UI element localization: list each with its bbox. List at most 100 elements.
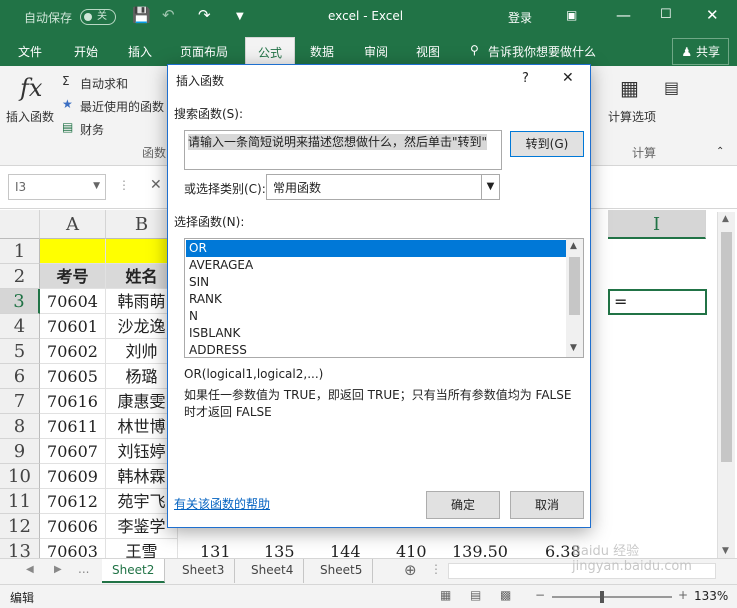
login-link[interactable]: 登录 [508, 9, 532, 26]
tab-data[interactable]: 数据 [310, 43, 334, 60]
fx-icon[interactable]: fx [20, 74, 42, 102]
tab-file[interactable]: 文件 [18, 43, 42, 60]
sheet-tab-sheet5[interactable]: Sheet5 [310, 559, 374, 583]
maximize-icon[interactable]: ☐ [660, 7, 672, 22]
cell-a[interactable] [40, 239, 106, 264]
page-layout-view-icon[interactable]: ▤ [470, 588, 481, 602]
sheet-tab-sheet3[interactable]: Sheet3 [172, 559, 236, 583]
tab-review[interactable]: 审阅 [364, 43, 388, 60]
chevron-down-icon[interactable]: ▼ [481, 175, 499, 199]
sheet-splitter-icon[interactable]: ⋮ [430, 562, 442, 576]
next-sheet-icon[interactable]: ▶ [54, 564, 62, 575]
zoom-in-icon[interactable]: + [678, 588, 688, 602]
active-cell[interactable]: = [608, 289, 707, 315]
zoom-level[interactable]: 133% [694, 589, 728, 603]
recent-functions-button[interactable]: 最近使用的函数 [80, 98, 164, 115]
name-box[interactable]: I3 ▼ [8, 174, 106, 200]
go-button[interactable]: 转到(G) [510, 131, 584, 157]
row-header[interactable]: 11 [0, 489, 40, 514]
row-header[interactable]: 3 [0, 289, 40, 314]
help-icon[interactable]: ? [522, 71, 529, 86]
list-item[interactable]: OR [186, 240, 567, 257]
list-item[interactable]: ADDRESS [186, 342, 567, 357]
tab-view[interactable]: 视图 [416, 43, 440, 60]
cell-a[interactable]: 70606 [40, 514, 106, 539]
add-sheet-icon[interactable]: ⊕ [404, 561, 417, 579]
list-scroll-thumb[interactable] [569, 257, 580, 315]
zoom-out-icon[interactable]: − [535, 588, 545, 602]
cell-a[interactable]: 70601 [40, 314, 106, 339]
more-sheets-icon[interactable]: ... [78, 562, 89, 576]
cell-b[interactable]: 王雪 [106, 539, 178, 558]
chevron-down-icon[interactable]: ▼ [93, 181, 100, 191]
insert-function-button[interactable]: 插入函数 [6, 108, 54, 125]
scroll-thumb[interactable] [721, 232, 732, 462]
prev-sheet-icon[interactable]: ◀ [26, 564, 34, 575]
help-link[interactable]: 有关该函数的帮助 [174, 495, 270, 512]
cell-a[interactable]: 70602 [40, 339, 106, 364]
ribbon-display-icon[interactable]: ▣ [566, 8, 577, 22]
save-icon[interactable]: 💾 [132, 6, 151, 24]
row-header[interactable]: 13 [0, 539, 40, 558]
row-header[interactable]: 4 [0, 314, 40, 339]
column-header-i[interactable]: I [608, 210, 706, 239]
sheet-tab-sheet2[interactable]: Sheet2 [102, 559, 166, 583]
calc-now-icon[interactable]: ▤ [664, 78, 679, 97]
autosave-toggle[interactable]: 关 [80, 9, 116, 25]
category-select[interactable]: 常用函数 ▼ [266, 174, 500, 200]
row-header[interactable]: 8 [0, 414, 40, 439]
share-button[interactable]: ♟ 共享 [672, 38, 729, 65]
close-window-icon[interactable]: ✕ [706, 6, 719, 24]
cell-a[interactable]: 70605 [40, 364, 106, 389]
cell-a[interactable]: 70607 [40, 439, 106, 464]
list-item[interactable]: RANK [186, 291, 567, 308]
list-item[interactable]: AVERAGEA [186, 257, 567, 274]
list-item[interactable]: ISBLANK [186, 325, 567, 342]
finance-button[interactable]: 财务 [80, 121, 104, 138]
cell-a[interactable]: 70603 [40, 539, 106, 558]
calc-options-button[interactable]: 计算选项 [608, 108, 656, 125]
cell-a[interactable]: 70611 [40, 414, 106, 439]
zoom-slider-thumb[interactable] [600, 591, 604, 603]
cell-a[interactable]: 70616 [40, 389, 106, 414]
scroll-up-icon[interactable]: ▲ [722, 214, 729, 224]
list-item[interactable]: SIN [186, 274, 567, 291]
cell-a[interactable]: 70612 [40, 489, 106, 514]
page-break-view-icon[interactable]: ▩ [500, 588, 511, 602]
row-header[interactable]: 9 [0, 439, 40, 464]
row-header[interactable]: 2 [0, 264, 40, 289]
tab-home[interactable]: 开始 [74, 43, 98, 60]
sheet-vscroll[interactable]: ▲ ▼ [717, 212, 735, 558]
undo-icon[interactable]: ↶ [162, 6, 175, 24]
minimize-icon[interactable]: — [616, 6, 631, 24]
list-scroll-down-icon[interactable]: ▼ [570, 343, 577, 353]
close-icon[interactable]: ✕ [562, 70, 574, 86]
function-list[interactable]: OR AVERAGEA SIN RANK N ISBLANK ADDRESS ▲… [184, 238, 584, 358]
cell-a[interactable]: 70609 [40, 464, 106, 489]
tell-me-search[interactable]: 告诉我你想要做什么 [488, 43, 596, 60]
row-header[interactable]: 6 [0, 364, 40, 389]
collapse-ribbon-icon[interactable]: ⌃ [716, 146, 724, 157]
list-scrollbar[interactable]: ▲ ▼ [566, 239, 583, 357]
customize-qat-icon[interactable]: ▼ [236, 11, 244, 22]
redo-icon[interactable]: ↷ [198, 6, 211, 24]
row-header[interactable]: 5 [0, 339, 40, 364]
column-header-a[interactable]: A [40, 210, 106, 239]
cancel-entry-icon[interactable]: ✕ [150, 177, 162, 193]
row-header[interactable]: 10 [0, 464, 40, 489]
cell-a[interactable]: 70604 [40, 289, 106, 314]
search-input[interactable]: 请输入一条简短说明来描述您想做什么，然后单击"转到" [184, 130, 502, 170]
select-all-corner[interactable] [0, 210, 40, 239]
sheet-tab-sheet4[interactable]: Sheet4 [241, 559, 305, 583]
ok-button[interactable]: 确定 [426, 491, 500, 519]
autosum-button[interactable]: 自动求和 [80, 75, 128, 92]
cell-a[interactable]: 考号 [40, 264, 106, 289]
tab-page-layout[interactable]: 页面布局 [180, 43, 228, 60]
tab-insert[interactable]: 插入 [128, 43, 152, 60]
row-header[interactable]: 1 [0, 239, 40, 264]
zoom-slider[interactable] [552, 596, 672, 598]
cancel-button[interactable]: 取消 [510, 491, 584, 519]
row-header[interactable]: 12 [0, 514, 40, 539]
list-scroll-up-icon[interactable]: ▲ [570, 241, 577, 251]
row-header[interactable]: 7 [0, 389, 40, 414]
